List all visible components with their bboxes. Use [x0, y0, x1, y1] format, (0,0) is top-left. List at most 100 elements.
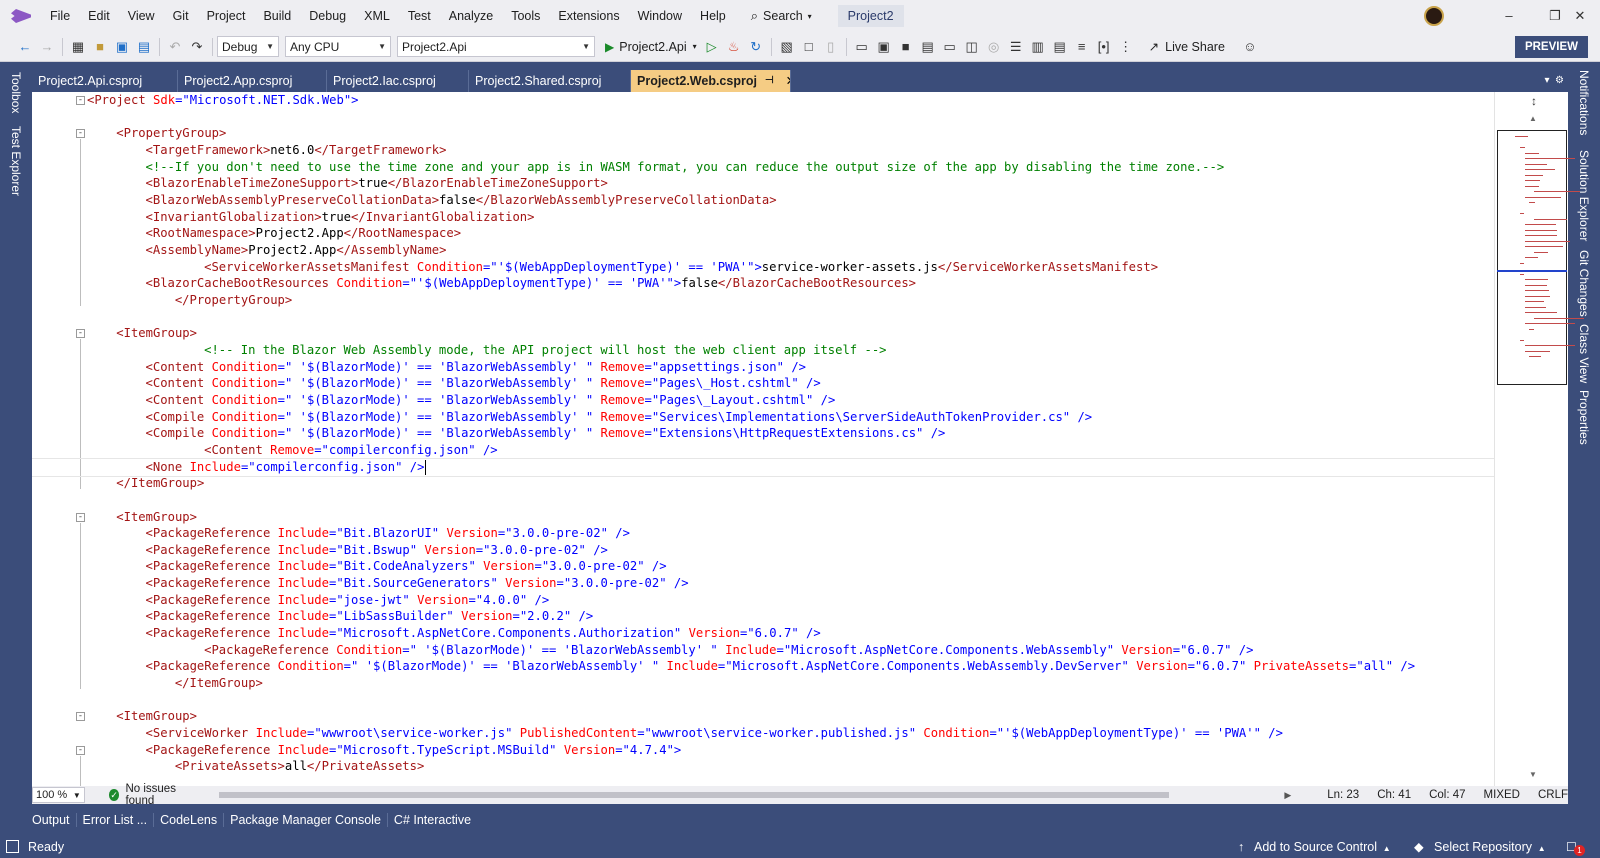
code-line[interactable]: <PackageReference Include="Microsoft.Asp…: [32, 625, 1494, 642]
code-line[interactable]: <ServiceWorker Include="wwwroot\service-…: [32, 725, 1494, 742]
code-line[interactable]: <Content Condition=" '$(BlazorMode)' == …: [32, 375, 1494, 392]
tab-project2-api[interactable]: Project2.Api.csproj: [32, 70, 178, 92]
collapse-toggle-icon[interactable]: -: [76, 129, 85, 139]
tab-csharp-interactive[interactable]: C# Interactive: [388, 813, 477, 827]
scroll-up-icon[interactable]: ▲: [1529, 114, 1537, 123]
code-line[interactable]: <ItemGroup> -: [32, 708, 1494, 725]
menu-item-xml[interactable]: XML: [355, 0, 399, 32]
tab-codelens[interactable]: CodeLens: [154, 813, 225, 827]
menu-item-file[interactable]: File: [41, 0, 79, 32]
line-number[interactable]: Ln: 23: [1327, 789, 1359, 801]
code-line[interactable]: <Content Condition=" '$(BlazorMode)' == …: [32, 392, 1494, 409]
code-line[interactable]: [32, 692, 1494, 709]
code-line[interactable]: <ItemGroup> -: [32, 509, 1494, 526]
code-line[interactable]: </PropertyGroup>: [32, 292, 1494, 309]
window-layout-icon[interactable]: □: [798, 36, 820, 58]
open-folder-icon[interactable]: ■: [89, 36, 111, 58]
monitor-icon[interactable]: ▭: [939, 36, 961, 58]
live-share-button[interactable]: ↗ Live Share: [1149, 39, 1225, 55]
code-editor[interactable]: <Project Sdk="Microsoft.NET.Sdk.Web"> - <P…: [32, 92, 1494, 786]
code-line[interactable]: <Content Remove="compilerconfig.json" />: [32, 442, 1494, 459]
code-line[interactable]: <None Include="compilerconfig.json" />: [32, 457, 1494, 477]
code-line[interactable]: <PackageReference Include="Microsoft.Typ…: [32, 742, 1494, 759]
redo-icon[interactable]: ↷: [186, 36, 208, 58]
paste-icon[interactable]: ▤: [1049, 36, 1071, 58]
code-line[interactable]: <PackageReference Include="jose-jwt" Ver…: [32, 592, 1494, 609]
code-line[interactable]: <Compile Condition=" '$(BlazorMode)' == …: [32, 409, 1494, 426]
team-icon[interactable]: ◎: [983, 36, 1005, 58]
code-line[interactable]: <ServiceWorkerAssetsManifest Condition="…: [32, 259, 1494, 276]
preview-badge[interactable]: PREVIEW: [1514, 36, 1588, 58]
code-line[interactable]: <InvariantGlobalization>true</InvariantG…: [32, 209, 1494, 226]
code-line[interactable]: <BlazorWebAssemblyPreserveCollationData>…: [32, 192, 1494, 209]
code-line[interactable]: <PackageReference Include="Bit.BlazorUI"…: [32, 525, 1494, 542]
code-line[interactable]: [32, 492, 1494, 509]
column-number[interactable]: Col: 47: [1429, 789, 1465, 801]
properties-tab[interactable]: Properties: [1577, 390, 1591, 445]
git-changes-tab[interactable]: Git Changes: [1577, 250, 1591, 317]
close-button[interactable]: ✕: [1560, 0, 1600, 32]
char-number[interactable]: Ch: 41: [1377, 789, 1411, 801]
scrollbar-thumb[interactable]: [218, 792, 1169, 798]
menu-item-window[interactable]: Window: [629, 0, 691, 32]
select-repository-button[interactable]: ◆ Select Repository ▲: [1414, 836, 1546, 858]
scroll-right-icon[interactable]: ▶: [1284, 790, 1291, 801]
code-line[interactable]: <ItemGroup> -: [32, 325, 1494, 342]
split-icon[interactable]: ↕: [1531, 94, 1537, 108]
menu-item-git[interactable]: Git: [164, 0, 198, 32]
notifications-tab[interactable]: Notifications: [1577, 70, 1591, 135]
avatar[interactable]: [1424, 6, 1444, 26]
code-line[interactable]: <!-- In the Blazor Web Assembly mode, th…: [32, 342, 1494, 359]
minimize-button[interactable]: –: [1486, 0, 1532, 32]
horizontal-scrollbar[interactable]: [218, 792, 1169, 798]
collapse-toggle-icon[interactable]: -: [76, 712, 85, 722]
browse-icon[interactable]: ▧: [776, 36, 798, 58]
feedback-icon[interactable]: ☺: [1239, 36, 1261, 58]
tab-package-manager-console[interactable]: Package Manager Console: [224, 813, 388, 827]
code-line[interactable]: <Compile Condition=" '$(BlazorMode)' == …: [32, 425, 1494, 442]
code-line[interactable]: <TargetFramework>net6.0</TargetFramework…: [32, 142, 1494, 159]
comment-icon[interactable]: ▤: [917, 36, 939, 58]
code-line[interactable]: <AssemblyName>Project2.App</AssemblyName…: [32, 242, 1494, 259]
hot-reload-icon[interactable]: ♨: [723, 36, 745, 58]
terminal-icon[interactable]: ■: [895, 36, 917, 58]
tab-project2-web[interactable]: Project2.Web.csproj ⊣ ✕: [631, 70, 791, 92]
tab-output[interactable]: Output: [26, 813, 77, 827]
menu-item-project[interactable]: Project: [198, 0, 255, 32]
tab-project2-shared[interactable]: Project2.Shared.csproj: [469, 70, 631, 92]
code-line[interactable]: <Content Condition=" '$(BlazorMode)' == …: [32, 359, 1494, 376]
format-list-icon[interactable]: ☰: [1005, 36, 1027, 58]
solution-explorer-tab[interactable]: Solution Explorer: [1577, 150, 1591, 241]
startup-project-select[interactable]: Project2.Api ▼: [397, 36, 595, 57]
code-line[interactable]: [32, 309, 1494, 326]
close-tab-icon[interactable]: ✕: [786, 70, 790, 92]
scroll-down-icon[interactable]: ▼: [1529, 770, 1537, 779]
code-line[interactable]: <PackageReference Include="Bit.CodeAnaly…: [32, 558, 1494, 575]
tab-error-list[interactable]: Error List ...: [77, 813, 155, 827]
menu-item-tools[interactable]: Tools: [502, 0, 549, 32]
save-icon[interactable]: ▣: [111, 36, 133, 58]
menu-item-debug[interactable]: Debug: [300, 0, 355, 32]
camera-icon[interactable]: ▣: [873, 36, 895, 58]
menu-item-edit[interactable]: Edit: [79, 0, 119, 32]
code-line[interactable]: [32, 109, 1494, 126]
undo-icon[interactable]: ↶: [164, 36, 186, 58]
refresh-icon[interactable]: ↻: [745, 36, 767, 58]
menu-item-help[interactable]: Help: [691, 0, 735, 32]
menu-item-build[interactable]: Build: [254, 0, 300, 32]
zoom-select[interactable]: 100 % ▼: [32, 787, 85, 803]
code-line[interactable]: <BlazorCacheBootResources Condition="'$(…: [32, 275, 1494, 292]
tab-project2-iac[interactable]: Project2.Iac.csproj: [327, 70, 469, 92]
code-line[interactable]: <PrivateAssets>all</PrivateAssets>: [32, 758, 1494, 775]
save-all-icon[interactable]: ▤: [133, 36, 155, 58]
start-debugging-button[interactable]: ▶ Project2.Api ▾: [605, 40, 697, 54]
platform-select[interactable]: Any CPU ▼: [285, 36, 391, 57]
back-icon[interactable]: ←: [14, 36, 36, 58]
start-without-debugging-icon[interactable]: ▷: [701, 36, 723, 58]
code-line[interactable]: <PropertyGroup> -: [32, 125, 1494, 142]
device-icon[interactable]: ▭: [851, 36, 873, 58]
menu-item-test[interactable]: Test: [399, 0, 440, 32]
search-button[interactable]: ⌕ Search ▾: [743, 8, 820, 24]
brackets-icon[interactable]: [•]: [1093, 36, 1115, 58]
document-icon[interactable]: ▥: [1027, 36, 1049, 58]
